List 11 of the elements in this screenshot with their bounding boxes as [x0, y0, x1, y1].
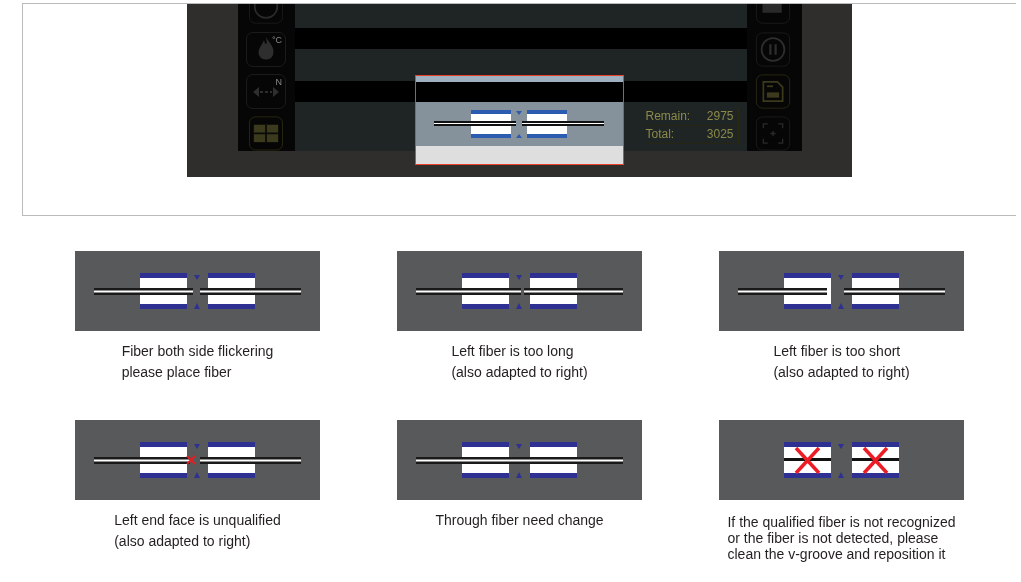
counter-label: Remain: [645, 108, 691, 125]
status-caption: Left end face is unqualified (also adapted to right) [114, 511, 281, 551]
counter-value: 2975 [706, 108, 734, 125]
status-caption: If the qualified fiber is not recognized or the fiber is not detected, please clean the v-groove and reposition it [727, 514, 956, 562]
status-caption: Left fiber is too long (also adapted to right) [451, 342, 588, 382]
flame-icon: °C [246, 31, 286, 68]
status-caption: Left fiber is too short (also adapted to right) [773, 342, 910, 382]
status-caption: Through fiber need change [435, 511, 604, 530]
counter-label: Total: [645, 126, 675, 143]
counter-value: 3025 [706, 126, 734, 143]
status-caption: Fiber both side flickering please place fiber [121, 342, 274, 382]
